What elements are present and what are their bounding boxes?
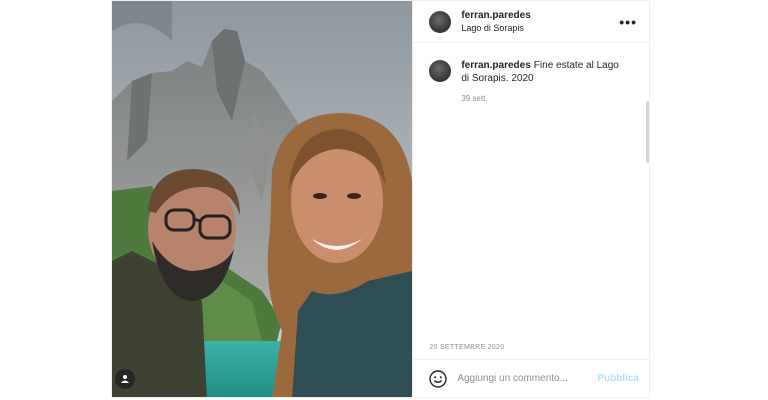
post-date[interactable]: 20 SETTEMBRE 2020 xyxy=(413,344,649,359)
comment-input[interactable] xyxy=(457,373,598,384)
user-tag-glyph xyxy=(121,375,129,383)
smiley-icon[interactable] xyxy=(429,369,448,388)
post-card: ferran.paredes Lago di Sorapis ••• ferra… xyxy=(111,0,650,398)
comment-box: Pubblica xyxy=(413,359,649,397)
caption-avatar[interactable] xyxy=(429,60,452,82)
caption-text: ferran.paredes Fine estate al Lago di Sor… xyxy=(461,59,621,85)
comments-section: ferran.paredes Fine estate al Lago di Sor… xyxy=(413,43,649,344)
comments-scrollbar[interactable] xyxy=(646,101,649,163)
caption-username[interactable]: ferran.paredes xyxy=(461,60,530,71)
post-header: ferran.paredes Lago di Sorapis ••• xyxy=(413,1,649,43)
caption-time[interactable]: 39 sett. xyxy=(461,94,633,103)
post-photo[interactable] xyxy=(112,1,413,397)
post-sidebar: ferran.paredes Lago di Sorapis ••• ferra… xyxy=(412,1,649,397)
caption: ferran.paredes Fine estate al Lago di Sor… xyxy=(429,59,633,85)
photo-illustration xyxy=(112,1,413,397)
author-info: ferran.paredes Lago di Sorapis xyxy=(461,10,530,34)
user-tag-icon[interactable] xyxy=(115,369,135,389)
author-avatar[interactable] xyxy=(429,10,452,33)
author-username[interactable]: ferran.paredes xyxy=(461,10,530,22)
publish-button[interactable]: Pubblica xyxy=(597,373,639,384)
post-location[interactable]: Lago di Sorapis xyxy=(461,22,530,34)
more-horizontal-icon[interactable]: ••• xyxy=(619,14,637,30)
